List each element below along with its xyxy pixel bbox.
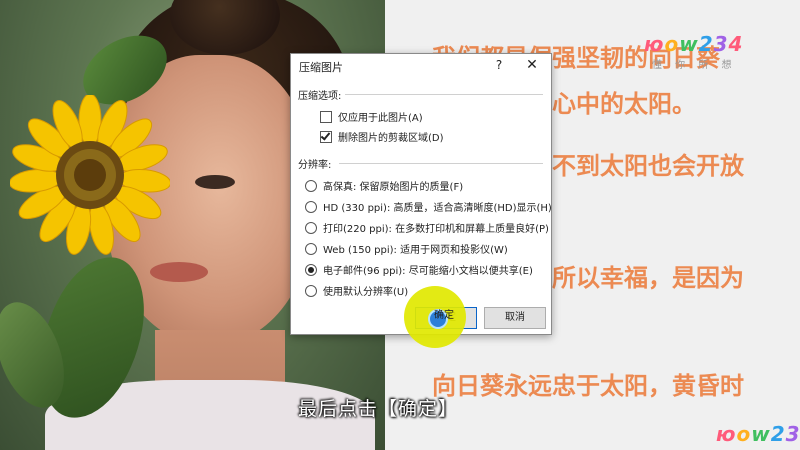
checkbox-label: 删除图片的剪裁区域(D) (338, 133, 444, 144)
slide-text-line-4: 所以幸福，是因为 (552, 264, 744, 292)
dialog-title: 压缩图片 (299, 61, 343, 74)
video-subtitle: 最后点击【确定】 (298, 398, 459, 420)
radio-hd-330ppi[interactable]: HD (330 ppi): 高质量，适合高清晰度(HD)显示(H) (305, 199, 552, 214)
slide-text-line-3: 不到太阳也会开放 (552, 152, 744, 180)
radio-icon (305, 242, 317, 255)
watermark-logo-bottom: юow234 (716, 422, 800, 446)
radio-label: HD (330 ppi): 高质量，适合高清晰度(HD)显示(H) (323, 203, 552, 214)
radio-label: 打印(220 ppi): 在多数打印机和屏幕上质量良好(P) (323, 224, 549, 235)
radio-icon (305, 179, 317, 192)
ok-button-label-overlay: 确定 (434, 310, 454, 321)
radio-label: Web (150 ppi): 适用于网页和投影仪(W) (323, 245, 508, 256)
radio-web-150ppi[interactable]: Web (150 ppi): 适用于网页和投影仪(W) (305, 241, 508, 256)
eye (195, 175, 235, 189)
cancel-button[interactable]: 取消 (484, 307, 546, 329)
radio-icon (305, 200, 317, 213)
radio-high-fidelity[interactable]: 高保真: 保留原始图片的质量(F) (305, 178, 463, 193)
resolution-label: 分辨率: (298, 160, 332, 171)
watermark-slogan: 懂 你 所 想 (652, 60, 737, 71)
slide-text-line-5: 向日葵永远忠于太阳，黄昏时 (432, 372, 744, 400)
radio-print-220ppi[interactable]: 打印(220 ppi): 在多数打印机和屏幕上质量良好(P) (305, 220, 549, 235)
close-button[interactable]: ✕ (522, 56, 542, 74)
divider (345, 94, 543, 95)
help-button[interactable]: ? (490, 57, 508, 73)
checkbox-label: 仅应用于此图片(A) (338, 113, 423, 124)
radio-label: 电子邮件(96 ppi): 尽可能缩小文档以便共享(E) (323, 266, 533, 277)
compress-options-label: 压缩选项: (298, 91, 342, 102)
radio-email-96ppi[interactable]: 电子邮件(96 ppi): 尽可能缩小文档以便共享(E) (305, 262, 533, 277)
radio-label: 使用默认分辨率(U) (323, 287, 409, 298)
delete-cropped-areas-checkbox[interactable]: 删除图片的剪裁区域(D) (320, 129, 444, 144)
slide-text-line-2: 心中的太阳。 (552, 90, 696, 118)
radio-selected-icon (305, 263, 317, 276)
dialog-titlebar: 压缩图片 ? ✕ (291, 54, 551, 76)
radio-label: 高保真: 保留原始图片的质量(F) (323, 182, 464, 193)
watermark-logo-top: юow234 (644, 32, 744, 56)
checkbox-unchecked-icon (320, 110, 332, 123)
lips (150, 262, 208, 282)
checkbox-checked-icon (320, 130, 332, 143)
sunflower-icon (10, 95, 170, 255)
radio-icon (305, 284, 317, 297)
radio-icon (305, 221, 317, 234)
apply-only-this-picture-checkbox[interactable]: 仅应用于此图片(A) (320, 109, 423, 124)
radio-default-resolution[interactable]: 使用默认分辨率(U) (305, 283, 408, 298)
divider (339, 163, 543, 164)
